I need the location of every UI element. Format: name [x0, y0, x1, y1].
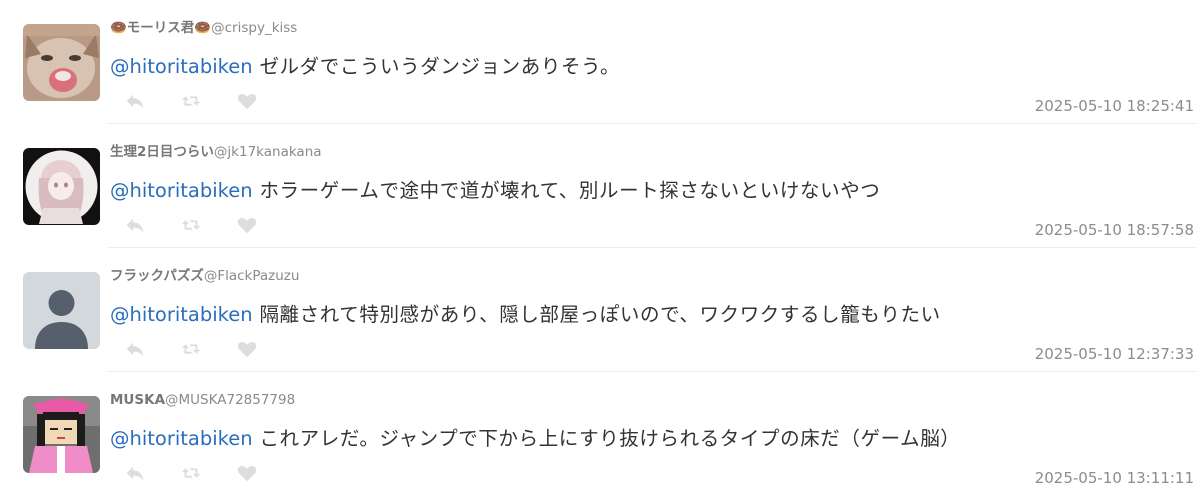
reply-message: これアレだ。ジャンプで下から上にすり抜けられるタイプの床だ（ゲーム脳）: [252, 427, 961, 450]
cat-photo-avatar[interactable]: [23, 24, 100, 101]
retweet-icon[interactable]: [180, 338, 202, 360]
reply-actions: [124, 214, 258, 236]
user-handle[interactable]: @jk17kanakana: [214, 144, 322, 160]
reply-item: 生理2日目つらい@jk17kanakana @hitoritabiken ホラー…: [0, 124, 1200, 248]
reply-message: ホラーゲームで途中で道が壊れて、別ルート探さないといけないやつ: [252, 179, 881, 202]
user-handle[interactable]: @crispy_kiss: [211, 20, 297, 36]
heart-icon[interactable]: [236, 90, 258, 112]
reply-meta: MUSKA@MUSKA72857798: [110, 390, 295, 410]
mention-link[interactable]: @hitoritabiken: [110, 55, 253, 78]
user-display-name[interactable]: 🍩モーリス君🍩: [110, 20, 211, 36]
retweet-icon[interactable]: [180, 214, 202, 236]
reply-timestamp[interactable]: 2025-05-10 18:25:41: [1035, 96, 1194, 116]
reply-item: MUSKA@MUSKA72857798 @hitoritabiken これアレだ…: [0, 372, 1200, 496]
reply-item: フラックパズズ@FlackPazuzu @hitoritabiken 隔離されて…: [0, 248, 1200, 372]
reply-list: 🍩モーリス君🍩@crispy_kiss @hitoritabiken ゼルダでこ…: [0, 0, 1200, 494]
heart-icon[interactable]: [236, 214, 258, 236]
reply-timestamp[interactable]: 2025-05-10 12:37:33: [1035, 344, 1194, 364]
mention-link[interactable]: @hitoritabiken: [110, 427, 253, 450]
reply-actions: [124, 338, 258, 360]
user-handle[interactable]: @MUSKA72857798: [165, 392, 295, 408]
reply-actions: [124, 462, 258, 484]
reply-text: @hitoritabiken ホラーゲームで途中で道が壊れて、別ルート探さないと…: [110, 176, 880, 206]
reply-icon[interactable]: [124, 462, 146, 484]
anime-girl-avatar[interactable]: [23, 148, 100, 225]
heart-icon[interactable]: [236, 338, 258, 360]
pixel-character-avatar[interactable]: [23, 396, 100, 473]
reply-item: 🍩モーリス君🍩@crispy_kiss @hitoritabiken ゼルダでこ…: [0, 0, 1200, 124]
user-handle[interactable]: @FlackPazuzu: [204, 268, 300, 284]
reply-meta: フラックパズズ@FlackPazuzu: [110, 266, 299, 286]
user-display-name[interactable]: MUSKA: [110, 392, 165, 408]
heart-icon[interactable]: [236, 462, 258, 484]
reply-timestamp[interactable]: 2025-05-10 13:11:11: [1035, 468, 1194, 488]
reply-message: ゼルダでこういうダンジョンありそう。: [252, 55, 621, 78]
reply-icon[interactable]: [124, 90, 146, 112]
default-person-avatar[interactable]: [23, 272, 100, 349]
retweet-icon[interactable]: [180, 462, 202, 484]
reply-text: @hitoritabiken これアレだ。ジャンプで下から上にすり抜けられるタイ…: [110, 424, 960, 454]
reply-actions: [124, 90, 258, 112]
reply-meta: 🍩モーリス君🍩@crispy_kiss: [110, 18, 297, 38]
reply-text: @hitoritabiken ゼルダでこういうダンジョンありそう。: [110, 52, 620, 82]
retweet-icon[interactable]: [180, 90, 202, 112]
mention-link[interactable]: @hitoritabiken: [110, 179, 253, 202]
reply-icon[interactable]: [124, 214, 146, 236]
reply-message: 隔離されて特別感があり、隠し部屋っぽいので、ワクワクするし籠もりたい: [252, 303, 941, 326]
reply-timestamp[interactable]: 2025-05-10 18:57:58: [1035, 220, 1194, 240]
mention-link[interactable]: @hitoritabiken: [110, 303, 253, 326]
user-display-name[interactable]: 生理2日目つらい: [110, 144, 214, 160]
reply-meta: 生理2日目つらい@jk17kanakana: [110, 142, 322, 162]
reply-text: @hitoritabiken 隔離されて特別感があり、隠し部屋っぽいので、ワクワ…: [110, 300, 941, 330]
user-display-name[interactable]: フラックパズズ: [110, 268, 204, 284]
reply-icon[interactable]: [124, 338, 146, 360]
